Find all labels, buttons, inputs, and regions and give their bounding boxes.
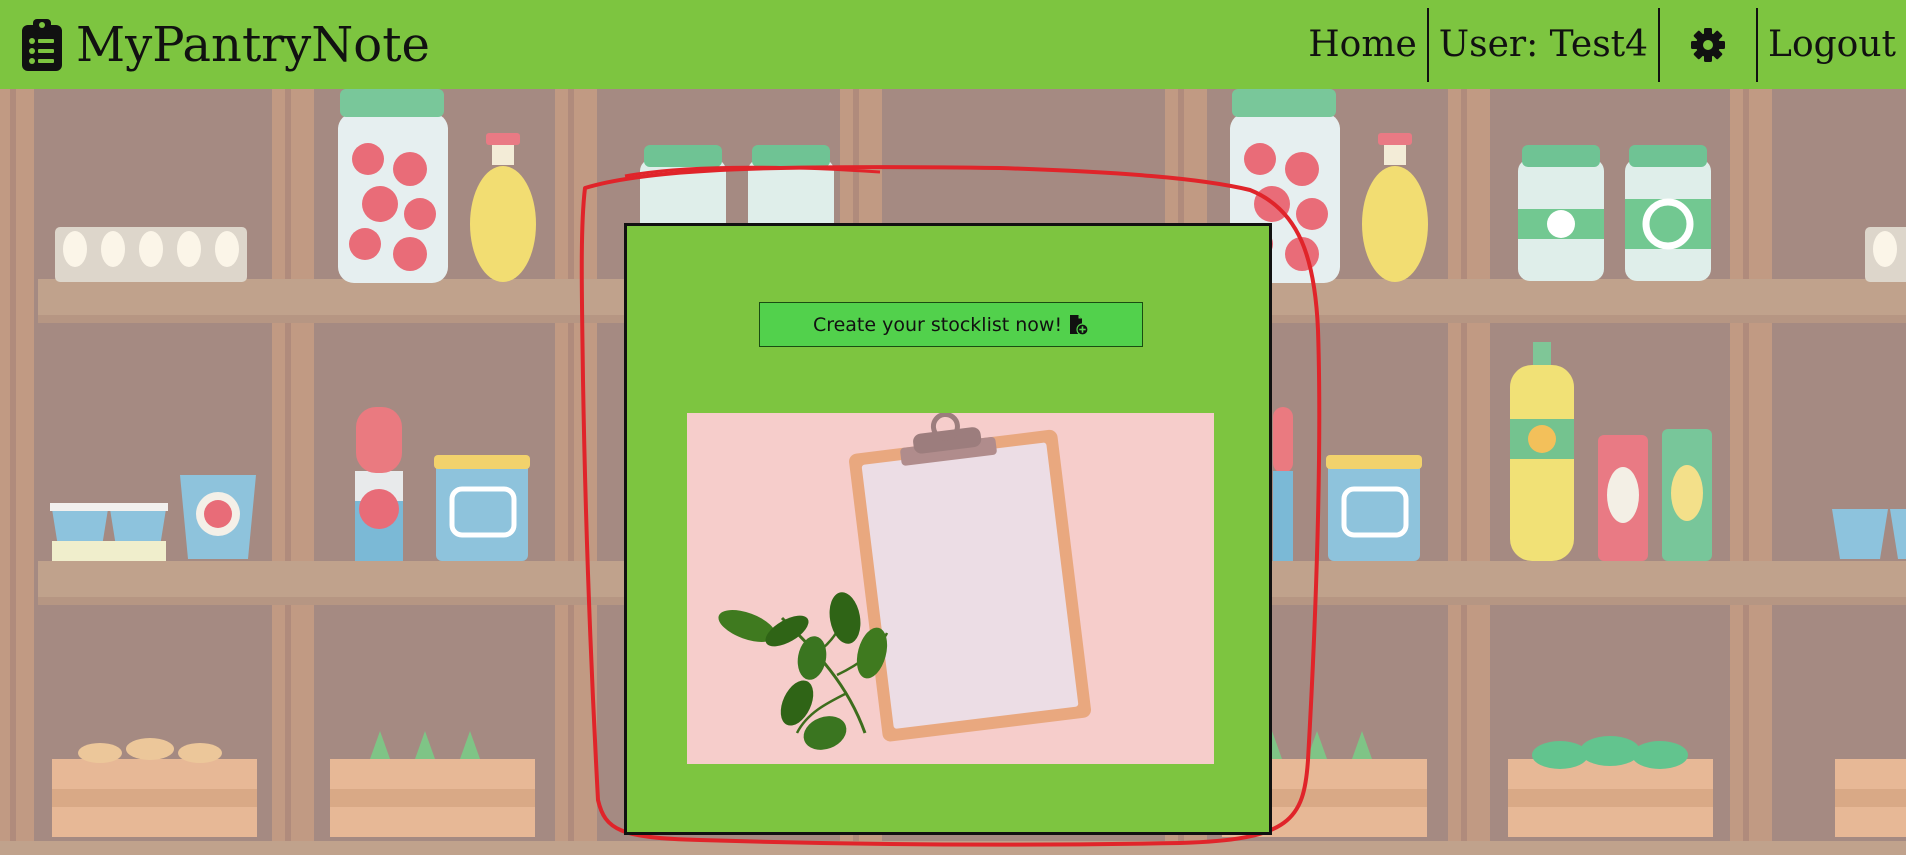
brand-name: MyPantryNote: [76, 16, 430, 73]
file-add-icon: [1070, 314, 1089, 336]
gear-icon: [1691, 27, 1726, 62]
settings-button[interactable]: [1660, 8, 1756, 82]
brand[interactable]: MyPantryNote: [22, 17, 430, 73]
nav-user[interactable]: User: Test4: [1429, 8, 1658, 82]
navbar: MyPantryNote Home User: Test4 Logout: [0, 0, 1906, 89]
clipboard-illustration: [687, 413, 1214, 764]
main-nav: Home User: Test4 Logout: [1298, 0, 1906, 89]
stocklist-card: Create your stocklist now!: [624, 223, 1272, 835]
nav-home[interactable]: Home: [1298, 8, 1427, 82]
create-stocklist-button[interactable]: Create your stocklist now!: [759, 302, 1143, 347]
create-stocklist-label: Create your stocklist now!: [812, 313, 1063, 336]
nav-logout[interactable]: Logout: [1758, 8, 1906, 82]
clipboard-list-icon: [22, 18, 62, 71]
